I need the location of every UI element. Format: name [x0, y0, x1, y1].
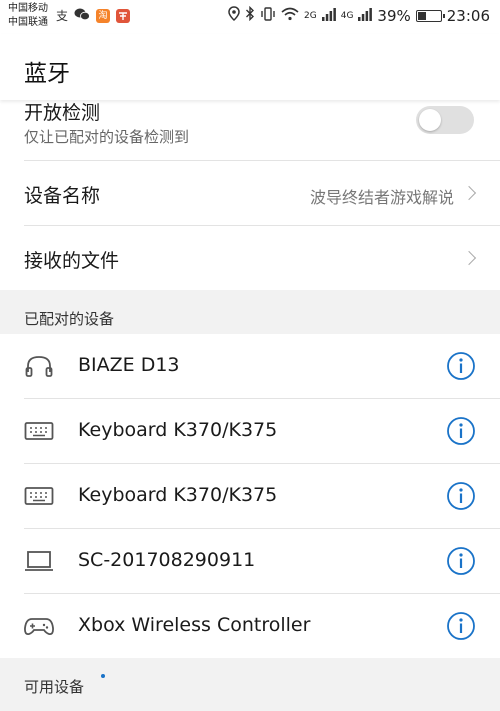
info-icon[interactable]	[446, 546, 476, 576]
device-name: SC-201708290911	[78, 549, 256, 571]
paired-devices-list: BIAZE D13 Keyboard K370/K375 Keyboard K3…	[0, 334, 500, 658]
received-files-title: 接收的文件	[24, 250, 120, 272]
chevron-right-icon	[461, 185, 477, 201]
status-indicators: 2G 4G 39% 23:06	[228, 5, 490, 25]
taobao-icon: 淘	[96, 9, 111, 23]
location-icon	[228, 6, 240, 25]
page-title: 蓝牙	[24, 61, 70, 87]
chevron-right-icon	[461, 250, 477, 266]
network-type-1: 2G	[304, 10, 317, 21]
alipay-icon: 支	[56, 9, 69, 23]
device-name-row[interactable]: 设备名称 波导终结者游戏解说	[0, 161, 500, 225]
scanning-indicator	[101, 674, 105, 678]
paired-devices-header: 已配对的设备	[24, 310, 115, 328]
battery-percent: 39%	[377, 6, 411, 25]
signal-icon	[358, 7, 373, 25]
gamepad-icon	[24, 618, 54, 636]
device-name: Keyboard K370/K375	[78, 419, 278, 441]
headphones-icon	[25, 356, 53, 377]
received-files-row[interactable]: 接收的文件	[0, 226, 500, 290]
notification-icons: 支 淘	[56, 8, 131, 24]
open-detection-toggle[interactable]	[416, 106, 474, 134]
carrier-1: 中国移动	[8, 3, 48, 14]
settings-list: 开放检测 仅让已配对的设备检测到 设备名称 波导终结者游戏解说 接收的文件	[0, 100, 500, 290]
keyboard-icon	[24, 487, 54, 505]
title-bar: 蓝牙	[0, 34, 500, 100]
bluetooth-icon	[245, 5, 255, 25]
open-detection-title: 开放检测	[24, 102, 101, 124]
available-devices-header: 可用设备	[24, 678, 85, 696]
device-name: Keyboard K370/K375	[78, 484, 278, 506]
info-icon[interactable]	[446, 611, 476, 641]
info-icon[interactable]	[446, 481, 476, 511]
open-detection-subtitle: 仅让已配对的设备检测到	[24, 128, 190, 146]
paired-device-row[interactable]: Keyboard K370/K375	[0, 464, 500, 528]
wifi-icon	[281, 7, 299, 25]
status-bar: 中国移动 中国联通 支 淘 2G 4G 39% 23:06	[0, 0, 500, 34]
device-name-value: 波导终结者游戏解说	[309, 188, 454, 207]
app-icon	[116, 9, 131, 23]
info-icon[interactable]	[446, 416, 476, 446]
laptop-icon	[25, 551, 53, 571]
network-type-2: 4G	[340, 10, 354, 21]
toggle-knob	[419, 109, 441, 131]
paired-device-row[interactable]: BIAZE D13	[0, 334, 500, 398]
signal-icon	[321, 7, 336, 25]
info-icon[interactable]	[446, 351, 476, 381]
paired-device-row[interactable]: Xbox Wireless Controller	[0, 594, 500, 658]
device-name: Xbox Wireless Controller	[78, 614, 311, 636]
device-name: BIAZE D13	[78, 354, 180, 376]
paired-device-row[interactable]: Keyboard K370/K375	[0, 399, 500, 463]
carrier-info: 中国移动 中国联通	[8, 2, 48, 30]
wechat-icon	[74, 8, 90, 24]
open-detection-row[interactable]: 开放检测 仅让已配对的设备检测到	[0, 100, 500, 160]
clock: 23:06	[446, 6, 490, 25]
battery-icon	[415, 9, 445, 22]
device-name-title: 设备名称	[24, 185, 101, 207]
carrier-2: 中国联通	[8, 17, 48, 28]
keyboard-icon	[24, 422, 54, 440]
paired-device-row[interactable]: SC-201708290911	[0, 529, 500, 593]
vibrate-icon	[260, 6, 276, 25]
